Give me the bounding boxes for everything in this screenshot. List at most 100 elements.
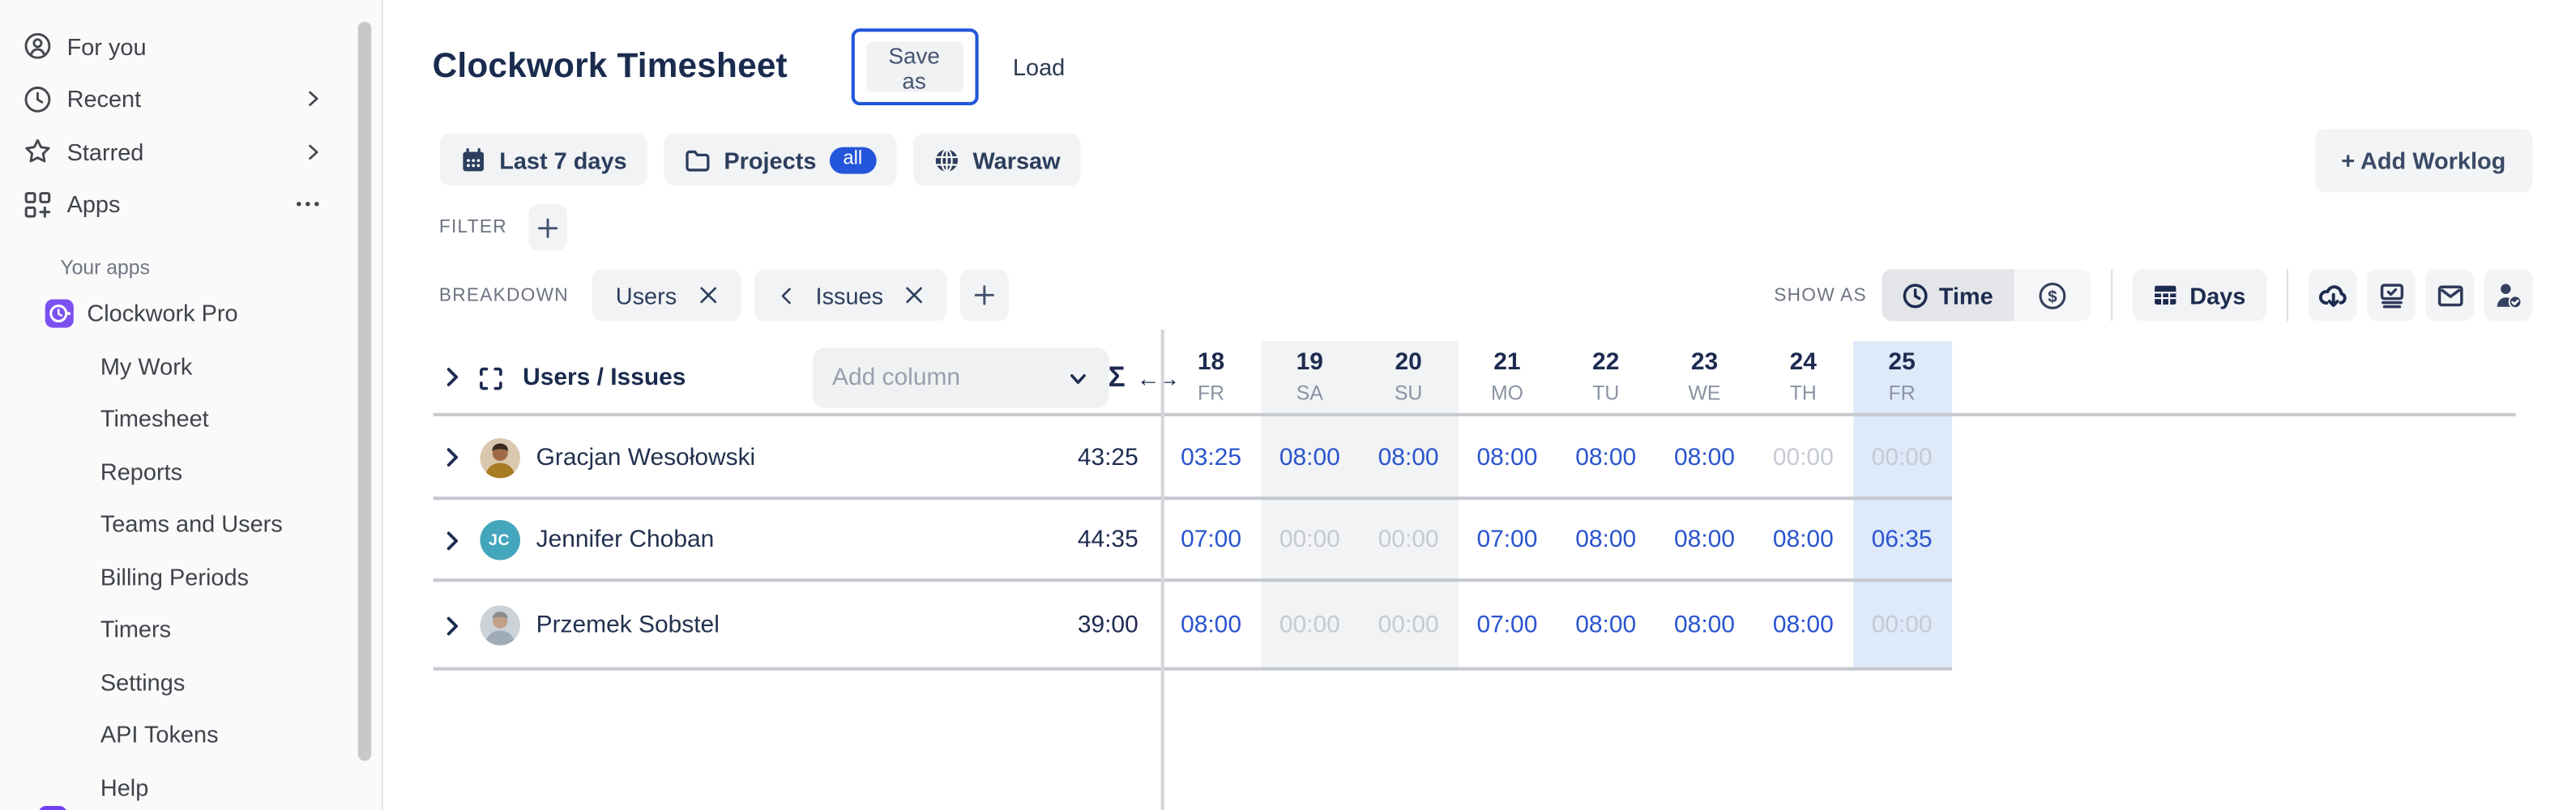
sidebar-item-api-tokens[interactable]: API Tokens <box>0 708 382 761</box>
worklog-cell[interactable]: 07:00 <box>1162 526 1261 553</box>
breakdown-chip-users[interactable]: Users <box>592 269 741 321</box>
more-options-icon[interactable] <box>294 178 321 231</box>
sidebar-item-timesheet[interactable]: Timesheet <box>0 392 382 445</box>
chevron-right-icon[interactable] <box>442 365 461 387</box>
date-column-header[interactable]: 23 WE <box>1655 340 1754 416</box>
row-border <box>433 667 1951 670</box>
save-as-button[interactable]: Save as <box>865 42 963 92</box>
worklog-cell[interactable]: 08:00 <box>1162 612 1261 639</box>
add-column-select[interactable]: Add column <box>812 347 1108 407</box>
row-user-cell[interactable]: Przemek Sobstel 39:00 <box>433 605 1162 646</box>
plus-icon <box>536 215 561 240</box>
sidebar-item-for-you[interactable]: For you <box>0 20 382 73</box>
chevron-right-icon[interactable] <box>442 529 461 551</box>
chevron-right-icon[interactable] <box>442 615 461 637</box>
pane-resize-divider[interactable] <box>1160 329 1164 810</box>
close-icon[interactable] <box>698 286 717 305</box>
sidebar-item-billing-periods[interactable]: Billing Periods <box>0 550 382 603</box>
date-column-header[interactable]: 22 TU <box>1557 340 1655 416</box>
worklog-cell[interactable]: 08:00 <box>1359 444 1458 471</box>
sidebar-item-clockwork-pro[interactable]: Clockwork Pro <box>0 286 382 339</box>
days-button[interactable]: Days <box>2133 269 2266 321</box>
resize-columns-handle[interactable]: ←→ <box>1137 364 1177 390</box>
sidebar-item-timers[interactable]: Timers <box>0 603 382 655</box>
chevron-right-icon[interactable] <box>305 126 322 178</box>
sidebar-item-apps[interactable]: Apps <box>0 178 382 231</box>
worklog-cell[interactable]: 00:00 <box>1260 612 1359 639</box>
date-range-label: Last 7 days <box>499 147 626 173</box>
export-button[interactable] <box>2309 269 2357 321</box>
worklog-cell[interactable]: 08:00 <box>1754 612 1852 639</box>
worklog-cell[interactable]: 08:00 <box>1655 444 1754 471</box>
folder-icon <box>684 147 711 173</box>
worklog-cell[interactable]: 08:00 <box>1557 612 1655 639</box>
page-title: Clockwork Timesheet <box>433 47 788 87</box>
worklog-cell[interactable]: 08:00 <box>1458 444 1557 471</box>
date-weekday: TH <box>1790 379 1817 406</box>
date-column-header[interactable]: 25 FR <box>1852 340 1951 416</box>
approvals-button[interactable] <box>2367 269 2416 321</box>
approvals-screen-icon <box>2376 280 2406 310</box>
sidebar-item-settings[interactable]: Settings <box>0 655 382 708</box>
date-number: 23 <box>1691 348 1718 377</box>
sidebar-item-starred[interactable]: Starred <box>0 126 382 178</box>
worklog-cell[interactable]: 00:00 <box>1359 612 1458 639</box>
worklog-cell[interactable]: 00:00 <box>1852 444 1951 471</box>
projects-filter[interactable]: Projects all <box>664 134 895 185</box>
clock-icon <box>1902 282 1929 309</box>
worklog-cell[interactable]: 08:00 <box>1557 444 1655 471</box>
worklog-cell[interactable]: 00:00 <box>1359 526 1458 553</box>
sidebar-nav: For you Recent Starred Apps <box>0 0 382 231</box>
worklog-cell[interactable]: 00:00 <box>1852 612 1951 639</box>
worklog-cell[interactable]: 00:00 <box>1260 526 1359 553</box>
worklog-cell[interactable]: 06:35 <box>1852 526 1951 553</box>
worklog-cell[interactable]: 08:00 <box>1655 612 1754 639</box>
date-column-header[interactable]: 19 SA <box>1260 340 1359 416</box>
sidebar-scrollbar[interactable] <box>358 22 372 761</box>
chevron-left-icon[interactable] <box>777 285 794 305</box>
projects-label: Projects <box>724 147 816 173</box>
sum-toggle[interactable]: Σ <box>1109 360 1126 394</box>
chevron-right-icon[interactable] <box>305 73 322 126</box>
close-icon[interactable] <box>905 286 924 305</box>
worklog-cell[interactable]: 08:00 <box>1260 444 1359 471</box>
show-as-money-button[interactable]: $ <box>2013 269 2090 321</box>
worklog-cell[interactable]: 07:00 <box>1458 612 1557 639</box>
sidebar-item-my-work[interactable]: My Work <box>0 339 382 392</box>
worklog-cell[interactable]: 08:00 <box>1655 526 1754 553</box>
chevron-right-icon[interactable] <box>442 446 461 468</box>
worklog-cell[interactable]: 08:00 <box>1557 526 1655 553</box>
row-user-cell[interactable]: Gracjan Wesołowski 43:25 <box>433 437 1162 478</box>
date-range-filter[interactable]: Last 7 days <box>439 134 647 185</box>
breakdown-label: BREAKDOWN <box>439 285 569 305</box>
location-filter[interactable]: Warsaw <box>912 134 1080 185</box>
projects-all-badge: all <box>830 147 876 173</box>
mail-button[interactable] <box>2425 269 2474 321</box>
worklog-cell[interactable]: 03:25 <box>1162 444 1261 471</box>
breakdown-chip-issues[interactable]: Issues <box>754 269 946 321</box>
load-button[interactable]: Load <box>1006 50 1072 83</box>
date-number: 18 <box>1198 348 1224 377</box>
add-breakdown-button[interactable] <box>960 269 1009 321</box>
sidebar-item-recent[interactable]: Recent <box>0 73 382 126</box>
timesheet-table: Users / Issues Add column Σ ←→ 18 FR 19 … <box>433 340 2515 670</box>
show-as-time-button[interactable]: Time <box>1882 269 2014 321</box>
date-number: 19 <box>1297 348 1323 377</box>
sidebar-item-help[interactable]: Help <box>0 761 382 810</box>
star-icon <box>23 138 52 166</box>
chevron-down-icon <box>1066 367 1088 389</box>
sidebar-item-teams-and-users[interactable]: Teams and Users <box>0 497 382 550</box>
date-column-header[interactable]: 24 TH <box>1754 340 1852 416</box>
worklog-cell[interactable]: 00:00 <box>1754 444 1852 471</box>
row-user-cell[interactable]: JC Jennifer Choban 44:35 <box>433 520 1162 561</box>
sidebar-item-reports[interactable]: Reports <box>0 445 382 497</box>
date-column-header[interactable]: 20 SU <box>1359 340 1458 416</box>
add-worklog-button[interactable]: + Add Worklog <box>2314 129 2532 192</box>
date-column-header[interactable]: 21 MO <box>1458 340 1557 416</box>
add-filter-button[interactable] <box>529 204 567 251</box>
breakdown-chip-issues-label: Issues <box>816 282 884 309</box>
expand-fullscreen-icon[interactable] <box>477 365 502 390</box>
user-approvals-button[interactable] <box>2484 269 2532 321</box>
worklog-cell[interactable]: 07:00 <box>1458 526 1557 553</box>
worklog-cell[interactable]: 08:00 <box>1754 526 1852 553</box>
